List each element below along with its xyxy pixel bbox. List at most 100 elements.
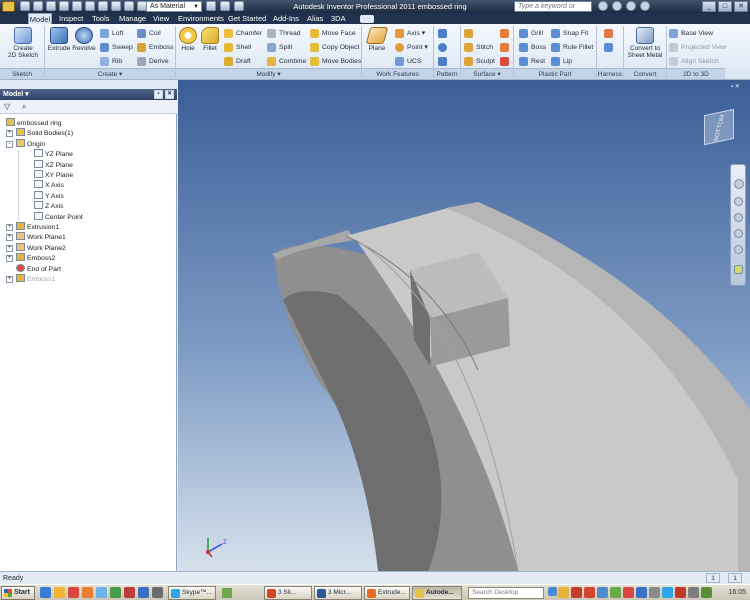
network-icon[interactable] — [701, 587, 712, 598]
taskbar-app-icon[interactable] — [222, 588, 232, 598]
desktop-search-input[interactable]: Search Desktop — [468, 587, 544, 599]
extend-button[interactable] — [500, 28, 510, 39]
expand-icon[interactable]: + — [6, 224, 13, 231]
orbit-icon[interactable] — [734, 229, 743, 238]
browser-node[interactable]: + Work Plane1 — [6, 232, 66, 242]
help-icon[interactable] — [640, 1, 650, 11]
emboss-button[interactable]: Emboss — [137, 42, 174, 53]
navigation-customize-icon[interactable] — [734, 265, 743, 274]
viewport-window-controls[interactable]: ▪ ✕ — [731, 83, 747, 91]
quicklaunch-office-icon[interactable] — [68, 587, 79, 598]
snap-fit-button[interactable]: Snap Fit — [551, 28, 588, 39]
tray-icon[interactable] — [571, 587, 582, 598]
quicklaunch-app-icon[interactable] — [138, 587, 149, 598]
quicklaunch-media-icon[interactable] — [96, 587, 107, 598]
rib-button[interactable]: Rib — [100, 56, 122, 67]
tray-icon[interactable] — [584, 587, 595, 598]
fillet-button[interactable]: Fillet — [200, 27, 220, 52]
redo-icon[interactable] — [72, 1, 82, 11]
update-icon[interactable] — [98, 1, 108, 11]
tab-manage[interactable]: Manage — [119, 13, 146, 24]
start-button[interactable]: Start — [1, 586, 35, 600]
tray-icon[interactable] — [675, 587, 686, 598]
circular-pattern-button[interactable] — [438, 42, 448, 53]
sculpt-button[interactable]: Sculpt — [464, 56, 495, 67]
browser-node[interactable]: X Axis — [34, 180, 64, 190]
tab-model[interactable]: Model — [28, 13, 52, 24]
copy-object-button[interactable]: Copy Object — [310, 42, 359, 53]
thread-button[interactable]: Thread — [267, 28, 301, 39]
expand-icon[interactable]: + — [6, 276, 13, 283]
quicklaunch-firefox-icon[interactable] — [82, 587, 93, 598]
tray-icon[interactable] — [649, 587, 660, 598]
tab-3da[interactable]: 3DA — [331, 13, 346, 24]
quicklaunch-folder-icon[interactable] — [54, 587, 65, 598]
expand-icon[interactable]: + — [6, 234, 13, 242]
color-icon[interactable] — [220, 1, 230, 11]
browser-pin-icon[interactable]: ▪ — [154, 90, 163, 99]
tray-icon[interactable] — [597, 587, 608, 598]
pan-icon[interactable] — [734, 197, 743, 206]
create-2d-sketch-button[interactable]: Create 2D Sketch — [4, 27, 42, 59]
browser-close-icon[interactable]: ✕ — [165, 90, 174, 99]
measure-icon[interactable] — [234, 1, 244, 11]
lip-button[interactable]: Lip — [551, 56, 572, 67]
volume-icon[interactable] — [688, 587, 699, 598]
material-dropdown[interactable]: As Material ▼ — [146, 1, 202, 12]
viewcube[interactable]: BOTTOM — [704, 108, 734, 146]
browser-node[interactable]: XZ Plane — [34, 159, 73, 170]
browser-node[interactable]: YZ Plane — [34, 149, 73, 159]
browser-node[interactable]: + Emboss2 — [6, 253, 55, 263]
split-button[interactable]: Split — [267, 42, 292, 53]
replace-face-button[interactable] — [500, 42, 510, 53]
loft-button[interactable]: Loft — [100, 28, 123, 39]
save-icon[interactable] — [46, 1, 56, 11]
tab-inspect[interactable]: Inspect — [59, 13, 83, 24]
home-icon[interactable] — [85, 1, 95, 11]
star-icon[interactable] — [626, 1, 636, 11]
harness-button-2[interactable] — [604, 42, 614, 53]
communication-icon[interactable] — [612, 1, 622, 11]
steering-wheel-icon[interactable] — [734, 179, 744, 189]
base-view-button[interactable]: Base View — [669, 28, 713, 39]
tray-icon[interactable] — [623, 587, 634, 598]
ribbon-minimize-icon[interactable] — [360, 15, 374, 23]
undo-icon[interactable] — [59, 1, 69, 11]
mirror-button[interactable] — [438, 56, 448, 67]
tray-icon[interactable] — [662, 587, 673, 598]
convert-to-sheet-metal-button[interactable]: Convert to Sheet Metal — [625, 27, 665, 59]
browser-node[interactable]: Z Axis — [34, 201, 64, 211]
delete-face-button[interactable] — [500, 56, 510, 67]
new-file-icon[interactable] — [20, 1, 30, 11]
tab-get-started[interactable]: Get Started — [228, 13, 266, 24]
filter-icon[interactable]: ▽ — [4, 102, 14, 111]
collapse-icon[interactable]: - — [6, 140, 13, 148]
browser-node[interactable]: embossed ring — [6, 118, 62, 128]
boss-button[interactable]: Boss — [519, 42, 546, 53]
move-face-button[interactable]: Move Face — [310, 28, 356, 39]
sweep-button[interactable]: Sweep — [100, 42, 133, 53]
quicklaunch-app-icon[interactable] — [124, 587, 135, 598]
open-folder-icon[interactable] — [33, 1, 43, 11]
move-bodies-button[interactable]: Move Bodies — [310, 56, 361, 67]
draft-button[interactable]: Draft — [224, 56, 251, 67]
tab-add-ins[interactable]: Add-Ins — [273, 13, 299, 24]
point-button[interactable]: Point ▾ — [395, 42, 428, 53]
taskbar-button-skype[interactable]: Skype™... — [168, 586, 216, 600]
quicklaunch-app-icon[interactable] — [152, 587, 163, 598]
rest-button[interactable]: Rest — [519, 56, 545, 67]
browser-title[interactable]: Model ▾ — [3, 91, 29, 98]
function-icon[interactable] — [206, 1, 216, 11]
shell-button[interactable]: Shell — [224, 42, 251, 53]
stitch-button[interactable]: Stitch — [464, 42, 493, 53]
browser-node[interactable]: End of Part — [16, 263, 61, 274]
harness-button-1[interactable] — [604, 28, 614, 39]
hole-button[interactable]: Hole — [178, 27, 198, 52]
thicken-button[interactable] — [464, 28, 474, 39]
inventor-app-icon[interactable] — [2, 1, 15, 12]
align-sketch-button[interactable]: Align Sketch — [669, 56, 719, 67]
quicklaunch-app-icon[interactable] — [110, 587, 121, 598]
tab-tools[interactable]: Tools — [92, 13, 110, 24]
rectangular-pattern-button[interactable] — [438, 28, 448, 39]
help-search-input[interactable]: Type a keyword or phrase — [514, 1, 592, 20]
